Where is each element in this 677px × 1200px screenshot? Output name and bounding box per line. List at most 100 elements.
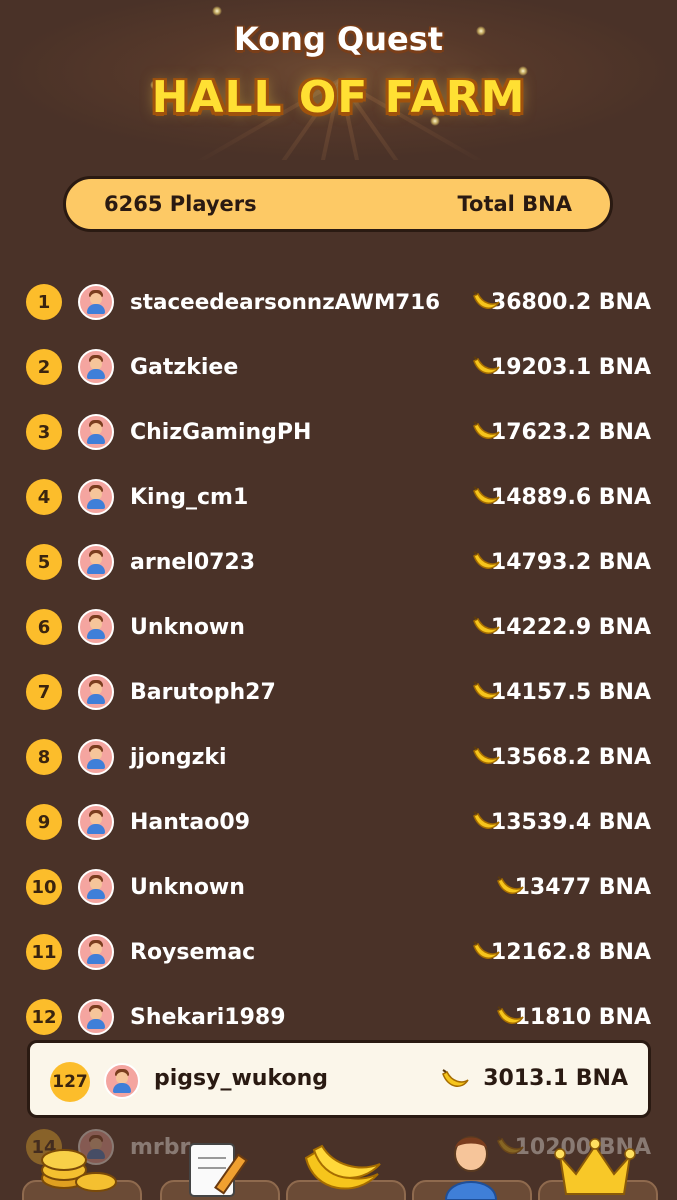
banana-icon bbox=[472, 811, 500, 829]
bottom-navigation bbox=[0, 1128, 677, 1200]
banana-icon bbox=[497, 876, 524, 894]
player-name: Unknown bbox=[130, 874, 245, 900]
avatar-person-icon bbox=[86, 550, 106, 574]
avatar bbox=[78, 544, 114, 580]
profile-person-icon bbox=[444, 1136, 498, 1200]
brand-title: Kong Quest bbox=[233, 20, 444, 58]
list-item[interactable]: 1 staceedearsonnzAWM716 36800.2 BNA bbox=[0, 270, 677, 334]
banana-icon bbox=[472, 356, 500, 374]
player-name: King_cm1 bbox=[130, 484, 249, 510]
avatar-person-icon bbox=[86, 485, 106, 509]
player-name: pigsy_wukong bbox=[154, 1066, 329, 1091]
player-score: 11810 BNA bbox=[514, 1004, 651, 1030]
list-item[interactable]: 11 Roysemac 12162.8 BNA bbox=[0, 920, 677, 984]
player-score: 19203.1 BNA bbox=[490, 354, 651, 380]
list-item[interactable]: 10 Unknown 13477 BNA bbox=[0, 855, 677, 919]
rank-badge: 6 bbox=[26, 609, 62, 645]
avatar-person-icon bbox=[112, 1069, 132, 1093]
player-name: jjongzki bbox=[130, 744, 227, 770]
player-score: 3013.1 BNA bbox=[483, 1066, 628, 1091]
avatar-person-icon bbox=[86, 680, 106, 704]
player-score: 14793.2 BNA bbox=[490, 549, 651, 575]
avatar bbox=[78, 349, 114, 385]
summary-bar: 6265 Players Total BNA bbox=[63, 176, 613, 232]
rank-badge: 2 bbox=[26, 349, 62, 385]
player-score: 14222.9 BNA bbox=[490, 614, 651, 640]
player-score: 17623.2 BNA bbox=[490, 419, 651, 445]
list-item[interactable]: 8 jjongzki 13568.2 BNA bbox=[0, 725, 677, 789]
player-name: Barutoph27 bbox=[130, 679, 276, 705]
rank-badge: 3 bbox=[26, 414, 62, 450]
list-item[interactable]: 9 Hantao09 13539.4 BNA bbox=[0, 790, 677, 854]
rank-badge: 12 bbox=[26, 999, 62, 1035]
coins-icon bbox=[41, 1149, 117, 1192]
current-user-row[interactable]: 127 pigsy_wukong 3013.1 BNA bbox=[27, 1040, 651, 1118]
banana-icon bbox=[472, 681, 500, 699]
player-name: ChizGamingPH bbox=[130, 419, 312, 445]
banana-icon bbox=[472, 551, 500, 569]
player-score: 12162.8 BNA bbox=[490, 939, 651, 965]
sparkle-icon bbox=[212, 6, 222, 16]
avatar bbox=[78, 674, 114, 710]
player-name: Shekari1989 bbox=[130, 1004, 286, 1030]
rank-badge: 5 bbox=[26, 544, 62, 580]
player-score: 14889.6 BNA bbox=[490, 484, 651, 510]
list-item[interactable]: 3 ChizGamingPH 17623.2 BNA bbox=[0, 400, 677, 464]
player-name: Unknown bbox=[130, 614, 245, 640]
player-name: staceedearsonnzAWM716 bbox=[130, 289, 441, 315]
avatar-person-icon bbox=[86, 615, 106, 639]
avatar bbox=[78, 869, 114, 905]
avatar bbox=[78, 999, 114, 1035]
banana-icon bbox=[472, 941, 500, 959]
avatar bbox=[78, 479, 114, 515]
avatar-person-icon bbox=[86, 290, 106, 314]
player-name: Roysemac bbox=[130, 939, 256, 965]
rank-badge: 8 bbox=[26, 739, 62, 775]
avatar-person-icon bbox=[86, 355, 106, 379]
rank-badge: 127 bbox=[50, 1062, 90, 1102]
rank-badge: 10 bbox=[26, 869, 62, 905]
list-item[interactable]: 5 arnel0723 14793.2 BNA bbox=[0, 530, 677, 594]
avatar-person-icon bbox=[86, 1005, 106, 1029]
banana-icon bbox=[472, 486, 500, 504]
header-banner: Kong Quest HALL OF FARM bbox=[0, 0, 677, 160]
avatar-person-icon bbox=[86, 745, 106, 769]
player-score: 13539.4 BNA bbox=[490, 809, 651, 835]
avatar-person-icon bbox=[86, 940, 106, 964]
notepad-pencil-icon bbox=[189, 1143, 248, 1197]
rank-badge: 9 bbox=[26, 804, 62, 840]
player-score: 36800.2 BNA bbox=[490, 289, 651, 315]
avatar-person-icon bbox=[86, 810, 106, 834]
avatar bbox=[78, 934, 114, 970]
rank-badge: 7 bbox=[26, 674, 62, 710]
rank-badge: 1 bbox=[26, 284, 62, 320]
player-name: arnel0723 bbox=[130, 549, 256, 575]
player-score: 13568.2 BNA bbox=[490, 744, 651, 770]
crown-icon bbox=[554, 1138, 636, 1195]
banana-icon bbox=[472, 746, 500, 764]
avatar-person-icon bbox=[86, 875, 106, 899]
avatar-person-icon bbox=[86, 420, 106, 444]
player-name: Gatzkiee bbox=[130, 354, 239, 380]
avatar bbox=[78, 804, 114, 840]
page-title: HALL OF FARM bbox=[151, 72, 526, 123]
avatar bbox=[78, 609, 114, 645]
list-item[interactable]: 6 Unknown 14222.9 BNA bbox=[0, 595, 677, 659]
list-item[interactable]: 2 Gatzkiee 19203.1 BNA bbox=[0, 335, 677, 399]
list-item[interactable]: 4 King_cm1 14889.6 BNA bbox=[0, 465, 677, 529]
banana-icon bbox=[472, 291, 500, 309]
player-score: 14157.5 BNA bbox=[490, 679, 651, 705]
player-score: 13477 BNA bbox=[514, 874, 651, 900]
total-label: Total BNA bbox=[457, 192, 572, 216]
banana-icon bbox=[497, 1006, 524, 1024]
player-name: Hantao09 bbox=[130, 809, 251, 835]
avatar bbox=[78, 414, 114, 450]
banana-icon bbox=[472, 421, 500, 439]
rank-badge: 11 bbox=[26, 934, 62, 970]
banana-icon bbox=[472, 616, 500, 634]
list-item[interactable]: 7 Barutoph27 14157.5 BNA bbox=[0, 660, 677, 724]
rank-badge: 4 bbox=[26, 479, 62, 515]
avatar bbox=[104, 1063, 140, 1099]
banana-icon bbox=[442, 1069, 469, 1087]
banana-bunch-icon bbox=[304, 1144, 381, 1190]
